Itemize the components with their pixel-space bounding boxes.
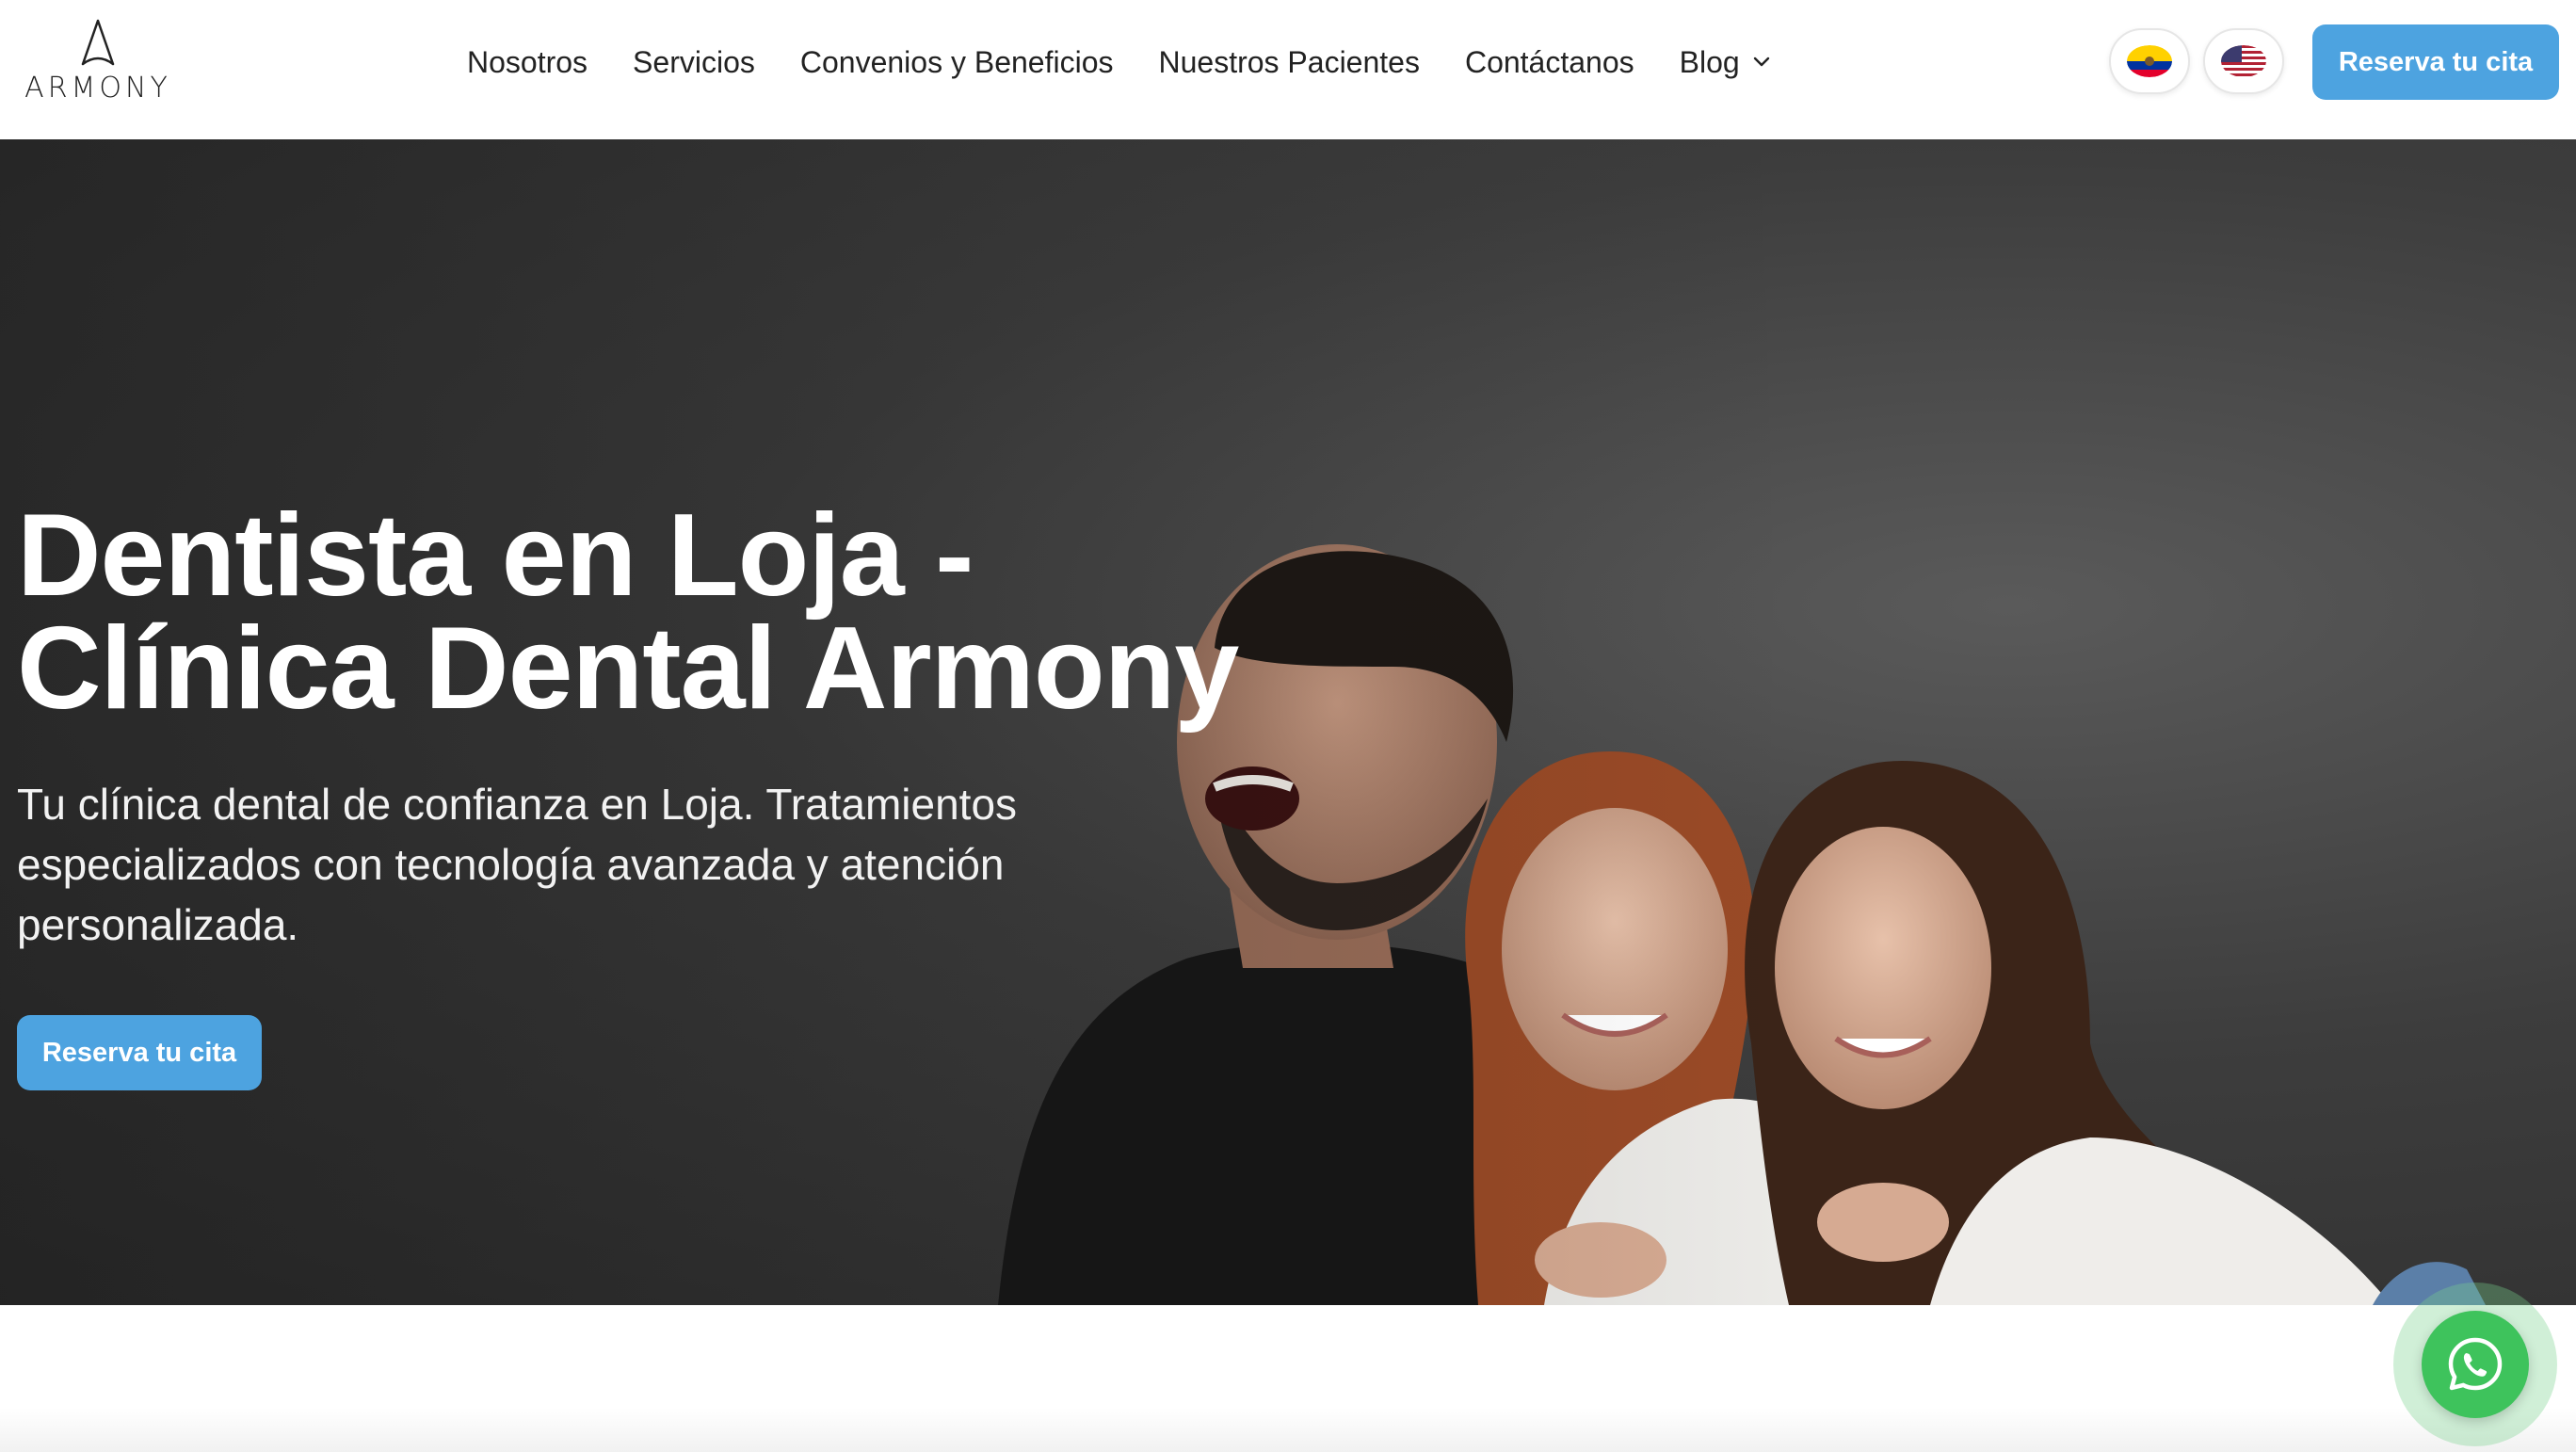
main-nav: Nosotros Servicios Convenios y Beneficio…	[467, 0, 1770, 124]
language-es-button[interactable]	[2109, 28, 2190, 94]
chevron-down-icon	[1753, 56, 1769, 67]
hero-title: Dentista en Loja - Clínica Dental Armony	[17, 497, 1241, 727]
hero-subtitle: Tu clínica dental de confianza en Loja. …	[17, 780, 1018, 949]
nav-item-pacientes[interactable]: Nuestros Pacientes	[1158, 45, 1419, 80]
logo-text: ARMONY	[24, 72, 171, 105]
header-reserve-button[interactable]: Reserva tu cita	[2312, 24, 2559, 100]
next-section	[0, 1305, 2576, 1452]
hero-title-line2: Clínica Dental Armony	[17, 604, 1239, 734]
logo-mark-icon	[81, 19, 115, 66]
nav-item-convenios[interactable]: Convenios y Beneficios	[800, 45, 1114, 80]
usa-flag-icon	[2221, 45, 2266, 77]
whatsapp-button[interactable]	[2422, 1311, 2529, 1418]
nav-item-blog[interactable]: Blog	[1680, 45, 1770, 80]
whatsapp-icon	[2448, 1337, 2503, 1391]
site-header: ARMONY Nosotros Servicios Convenios y Be…	[0, 0, 2576, 139]
language-en-button[interactable]	[2203, 28, 2284, 94]
hero-title-line1: Dentista en Loja -	[17, 491, 974, 621]
hero-reserve-button[interactable]: Reserva tu cita	[17, 1015, 262, 1090]
nav-item-contactanos[interactable]: Contáctanos	[1465, 45, 1634, 80]
ecuador-flag-icon	[2127, 45, 2172, 77]
armony-logo[interactable]: ARMONY	[23, 19, 173, 105]
nav-item-nosotros[interactable]: Nosotros	[467, 45, 588, 80]
nav-item-blog-label: Blog	[1679, 44, 1740, 79]
nav-item-servicios[interactable]: Servicios	[633, 45, 755, 80]
hero-section: Dentista en Loja - Clínica Dental Armony…	[0, 139, 2576, 1305]
